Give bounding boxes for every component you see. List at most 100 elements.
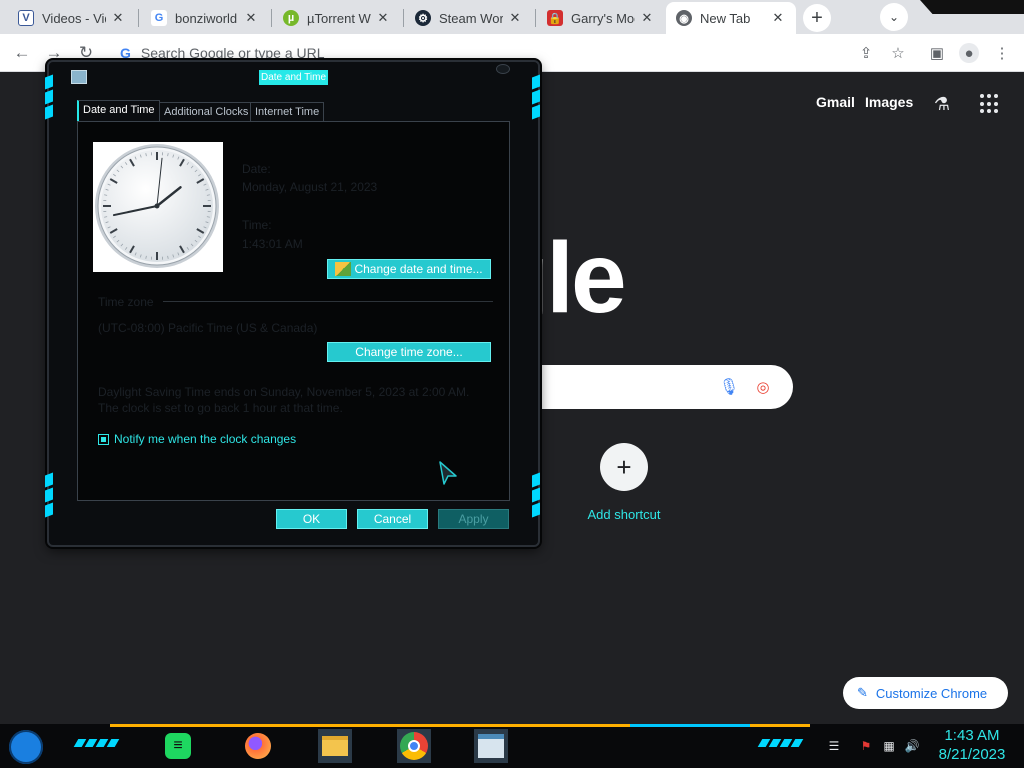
chrome-button[interactable]	[397, 729, 431, 763]
notify-checkbox[interactable]: Notify me when the clock changes	[98, 432, 296, 446]
calendar-button[interactable]	[474, 729, 508, 763]
tab-label: Steam Work	[439, 10, 503, 26]
apply-button[interactable]: Apply	[438, 509, 509, 529]
tab-search-button[interactable]: ⌄	[880, 3, 908, 31]
calendar-icon	[478, 734, 504, 758]
steam-icon: ⚙	[415, 10, 431, 26]
network-icon[interactable]: ▦	[881, 738, 897, 754]
taskbar-accent-strip	[630, 724, 750, 727]
close-icon[interactable]: ✕	[243, 10, 259, 26]
timezone-header: Time zone	[98, 295, 154, 309]
timezone-value: (UTC-08:00) Pacific Time (US & Canada)	[98, 321, 318, 335]
checkbox-checked-icon[interactable]	[98, 433, 109, 445]
tab-separator	[535, 9, 536, 27]
share-button[interactable]: ⇪	[856, 43, 876, 63]
change-time-zone-button[interactable]: Change time zone...	[327, 342, 491, 362]
spotify-button[interactable]: ≡	[161, 729, 195, 763]
change-date-time-label: Change date and time...	[354, 262, 483, 276]
dot	[994, 94, 998, 98]
frame-lights-left	[45, 74, 55, 120]
tab-additional-clocks[interactable]: Additional Clocks	[159, 102, 254, 121]
arrow-left-icon: ←	[13, 43, 31, 62]
start-button[interactable]	[9, 730, 43, 764]
close-button[interactable]	[496, 64, 510, 74]
firefox-button[interactable]	[241, 729, 275, 763]
speaker-icon[interactable]: 🔊	[904, 738, 920, 754]
time-label: Time:	[242, 218, 272, 232]
customize-label: Customize Chrome	[875, 685, 988, 701]
kebab-menu-icon: ⋮	[994, 45, 1010, 62]
change-date-time-button[interactable]: Change date and time...	[327, 259, 491, 279]
star-icon: ☆	[891, 45, 905, 62]
share-icon: ⇪	[859, 45, 873, 62]
window-frame-decoration	[920, 0, 1024, 14]
person-icon: ●	[964, 44, 974, 62]
tab-videos[interactable]: V Videos - Vid ✕	[8, 2, 136, 34]
tab-strip: V Videos - Vid ✕ G bonziworld - ✕ µ µTor…	[0, 0, 1024, 34]
microphone-icon[interactable]: 🎙	[719, 377, 739, 397]
close-icon[interactable]: ✕	[507, 10, 523, 26]
dot	[994, 109, 998, 114]
gmail-link[interactable]: Gmail	[816, 94, 855, 110]
dot	[987, 94, 991, 98]
firefox-icon	[245, 733, 271, 759]
frame-lights-right	[532, 74, 542, 120]
dot	[980, 101, 984, 106]
close-icon[interactable]: ✕	[639, 10, 655, 26]
cancel-button[interactable]: Cancel	[357, 509, 428, 529]
profile-button[interactable]: ●	[959, 43, 979, 63]
google-icon: G	[151, 10, 167, 26]
labs-button[interactable]: ⚗	[930, 92, 954, 116]
back-button[interactable]: ←	[11, 42, 33, 64]
tab-label: Videos - Vid	[42, 10, 106, 26]
tab-steam[interactable]: ⚙ Steam Work ✕	[405, 2, 533, 34]
frame-lights-right	[532, 472, 542, 518]
clock[interactable]: 1:43 AM 8/21/2023	[930, 726, 1014, 764]
dot	[987, 109, 991, 114]
mouse-cursor-icon	[439, 461, 457, 485]
tab-internet-time[interactable]: Internet Time	[250, 102, 325, 121]
bookmark-button[interactable]: ☆	[888, 43, 908, 63]
tab-utorrent[interactable]: µ µTorrent We ✕	[273, 2, 401, 34]
notify-label: Notify me when the clock changes	[114, 432, 297, 446]
tab-label: New Tab	[700, 10, 751, 26]
folder-icon	[322, 736, 348, 756]
menu-button[interactable]: ⋮	[992, 43, 1012, 63]
close-icon[interactable]: ✕	[770, 10, 786, 26]
new-tab-button[interactable]: +	[803, 4, 831, 32]
close-icon[interactable]: ✕	[375, 10, 391, 26]
tab-bonziworld[interactable]: G bonziworld - ✕	[141, 2, 269, 34]
dot	[994, 101, 998, 106]
tab-separator	[403, 9, 404, 27]
spotify-icon: ≡	[165, 733, 191, 759]
lock-icon: 🔒	[547, 10, 563, 26]
add-shortcut-label[interactable]: Add shortcut	[570, 507, 678, 522]
v-icon: V	[18, 10, 34, 26]
plus-icon: +	[616, 451, 632, 482]
customize-chrome-button[interactable]: ✎ Customize Chrome	[843, 677, 1008, 709]
tab-new-tab[interactable]: ◉ New Tab ✕	[666, 2, 796, 34]
ok-button[interactable]: OK	[276, 509, 347, 529]
images-link[interactable]: Images	[865, 94, 913, 110]
tab-garrys-mod[interactable]: 🔒 Garry's Mod ✕	[537, 2, 665, 34]
side-panel-button[interactable]: ▣	[927, 43, 947, 63]
chevron-down-icon: ⌄	[888, 10, 900, 24]
add-shortcut-button[interactable]: +	[600, 443, 648, 491]
flag-icon[interactable]: ⚑	[858, 738, 874, 754]
google-apps-button[interactable]	[980, 94, 1000, 114]
tray-menu-icon[interactable]: ☰	[826, 738, 842, 754]
clock-time: 1:43 AM	[944, 727, 1000, 744]
file-explorer-button[interactable]	[318, 729, 352, 763]
google-icon: G	[120, 45, 131, 61]
utorrent-icon: µ	[283, 10, 299, 26]
pencil-icon: ✎	[857, 685, 868, 700]
close-icon[interactable]: ✕	[110, 10, 126, 26]
clock-date: 8/21/2023	[938, 746, 1006, 763]
date-label: Date:	[242, 162, 271, 176]
tab-label: µTorrent We	[307, 10, 371, 26]
shield-icon	[335, 262, 352, 276]
tab-date-and-time[interactable]: Date and Time	[77, 100, 160, 121]
camera-icon[interactable]: ◎	[753, 377, 773, 397]
chrome-icon: ◉	[676, 10, 692, 26]
side-panel-icon: ▣	[929, 45, 945, 62]
